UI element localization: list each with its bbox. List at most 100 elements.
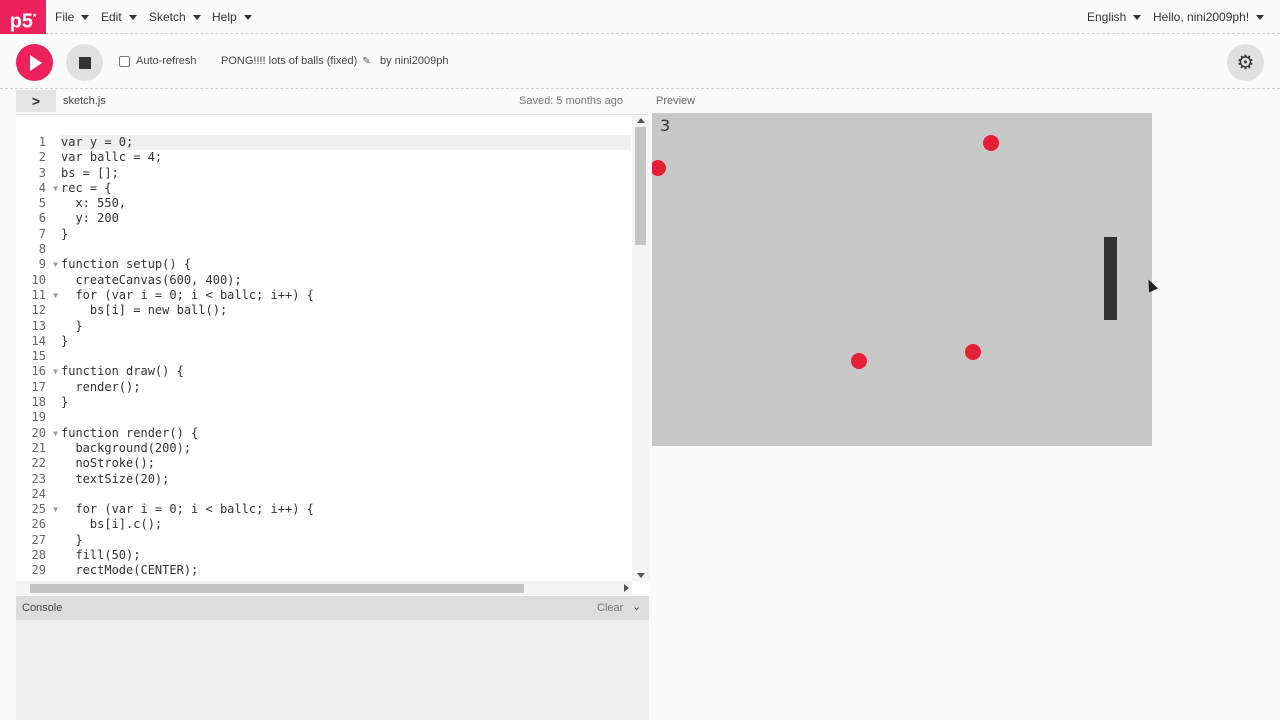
vertical-scrollbar[interactable]: [632, 115, 649, 581]
fold-arrow-icon[interactable]: ▼: [53, 502, 58, 517]
fold-arrow-icon[interactable]: ▼: [53, 257, 58, 272]
line-number: 9 ▼: [38, 257, 58, 272]
console-title: Console: [22, 602, 63, 614]
line-number: 19: [31, 410, 46, 425]
code-line[interactable]: }: [61, 227, 631, 242]
horizontal-scroll-thumb[interactable]: [30, 584, 524, 593]
top-nav: p5* File Edit Sketch Help English Hello,…: [0, 0, 1280, 34]
autorefresh-toggle[interactable]: Auto-refresh: [119, 55, 197, 67]
editor-header: > sketch.js Saved: 5 months ago: [16, 90, 649, 114]
line-number: 29: [31, 563, 46, 578]
line-number: 8: [38, 242, 46, 257]
line-number: 13: [31, 318, 46, 333]
vertical-scroll-thumb[interactable]: [635, 127, 646, 245]
code-line[interactable]: noStroke();: [61, 456, 631, 471]
code-line[interactable]: rec = {: [61, 181, 631, 196]
code-line[interactable]: for (var i = 0; i < ballc; i++) {: [61, 288, 631, 303]
settings-button[interactable]: ⚙: [1227, 44, 1264, 81]
preview-label: Preview: [656, 95, 696, 107]
menu-edit-label: Edit: [101, 10, 122, 24]
line-gutter: 1 2 3 4 ▼ 5 6 7 8 9 ▼ 10 11 ▼ 12 13 14 15 16 ▼ 17 18 19 20 ▼ 21 22…: [16, 135, 60, 579]
code-line[interactable]: var ballc = 4;: [61, 150, 631, 165]
horizontal-scrollbar[interactable]: [16, 581, 632, 595]
code-line[interactable]: }: [61, 334, 631, 349]
code-line[interactable]: }: [61, 319, 631, 334]
menu-help-label: Help: [212, 10, 237, 24]
caret-down-icon: [243, 14, 252, 20]
scroll-up-icon[interactable]: [637, 118, 645, 123]
code-line[interactable]: x: 550,: [61, 196, 631, 211]
line-number: 7: [38, 226, 46, 241]
scroll-down-icon[interactable]: [637, 573, 645, 578]
line-number: 11 ▼: [31, 287, 58, 303]
line-number: 15: [31, 349, 46, 364]
sketch-name[interactable]: PONG!!!! lots of balls (fixed) ✎: [221, 55, 371, 67]
ball: [652, 160, 666, 176]
menu-help[interactable]: Help: [212, 10, 252, 24]
code-line[interactable]: [61, 487, 631, 502]
code-line[interactable]: [61, 349, 631, 364]
line-number: 24: [31, 486, 46, 501]
fold-arrow-icon[interactable]: ▼: [53, 288, 58, 303]
code-line[interactable]: function draw() {: [61, 364, 631, 379]
caret-down-icon: [192, 14, 201, 20]
code-line[interactable]: function setup() {: [61, 257, 631, 272]
fold-arrow-icon[interactable]: ▼: [53, 181, 58, 196]
code-line[interactable]: [61, 410, 631, 425]
code-area[interactable]: var y = 0; var ballc = 4; bs = []; rec = { …: [61, 135, 631, 579]
code-line[interactable]: render();: [61, 380, 631, 395]
preview-canvas[interactable]: 3: [652, 113, 1152, 446]
chevron-down-icon[interactable]: ⌄: [632, 600, 641, 613]
ball: [965, 344, 981, 360]
menu-file[interactable]: File: [55, 10, 90, 24]
code-line[interactable]: fill(50);: [61, 548, 631, 563]
autorefresh-label: Auto-refresh: [136, 55, 197, 67]
p5-logo[interactable]: p5*: [0, 0, 46, 34]
line-number: 16 ▼: [31, 364, 58, 379]
ball: [851, 353, 867, 369]
logo-text: p5: [9, 10, 33, 33]
code-line[interactable]: bs[i] = new ball();: [61, 303, 631, 318]
line-number: 28: [31, 548, 46, 563]
console-output: [16, 620, 649, 720]
code-line[interactable]: for (var i = 0; i < ballc; i++) {: [61, 502, 631, 517]
autorefresh-checkbox[interactable]: [119, 55, 130, 67]
menu-sketch[interactable]: Sketch: [149, 10, 201, 24]
scroll-right-icon[interactable]: [624, 584, 629, 592]
code-line[interactable]: bs[i].c();: [61, 517, 631, 532]
fold-arrow-icon[interactable]: ▼: [53, 426, 58, 441]
chevron-right-icon: >: [31, 93, 41, 109]
code-editor[interactable]: 1 2 3 4 ▼ 5 6 7 8 9 ▼ 10 11 ▼ 12 13 14 15 16 ▼ 17 18 19 20 ▼ 21 22…: [16, 114, 649, 596]
code-line[interactable]: }: [61, 395, 631, 410]
code-line[interactable]: bs = [];: [61, 166, 631, 181]
line-number: 12: [31, 303, 46, 318]
code-line[interactable]: y: 200: [61, 211, 631, 226]
menu-edit[interactable]: Edit: [101, 10, 137, 24]
fold-arrow-icon[interactable]: ▼: [53, 364, 58, 379]
code-line[interactable]: rectMode(CENTER);: [61, 563, 631, 578]
play-button[interactable]: [16, 44, 53, 81]
line-number: 23: [31, 471, 46, 486]
code-line[interactable]: createCanvas(600, 400);: [61, 273, 631, 288]
code-line[interactable]: background(200);: [61, 441, 631, 456]
toggle-sidebar-button[interactable]: >: [16, 90, 56, 112]
line-number: 2: [38, 150, 46, 165]
logo-mark: *: [32, 12, 37, 22]
console-header: Console Clear ⌄: [16, 596, 649, 620]
code-line[interactable]: function render() {: [61, 426, 631, 441]
line-number: 20 ▼: [31, 425, 58, 441]
code-line[interactable]: }: [61, 533, 631, 548]
paddle: [1104, 237, 1117, 320]
console-clear-button[interactable]: Clear: [597, 602, 623, 614]
stop-button[interactable]: [66, 44, 103, 81]
code-line[interactable]: [61, 242, 631, 257]
user-menu[interactable]: Hello, nini2009ph!: [1153, 10, 1265, 24]
code-line[interactable]: var y = 0;: [61, 135, 631, 151]
line-number: 27: [31, 532, 46, 547]
sketch-author[interactable]: by nini2009ph: [380, 55, 449, 67]
pencil-icon[interactable]: ✎: [362, 56, 370, 67]
language-menu[interactable]: English: [1087, 10, 1142, 24]
line-number: 17: [31, 379, 46, 394]
code-line[interactable]: textSize(20);: [61, 472, 631, 487]
caret-down-icon: [1133, 14, 1142, 20]
